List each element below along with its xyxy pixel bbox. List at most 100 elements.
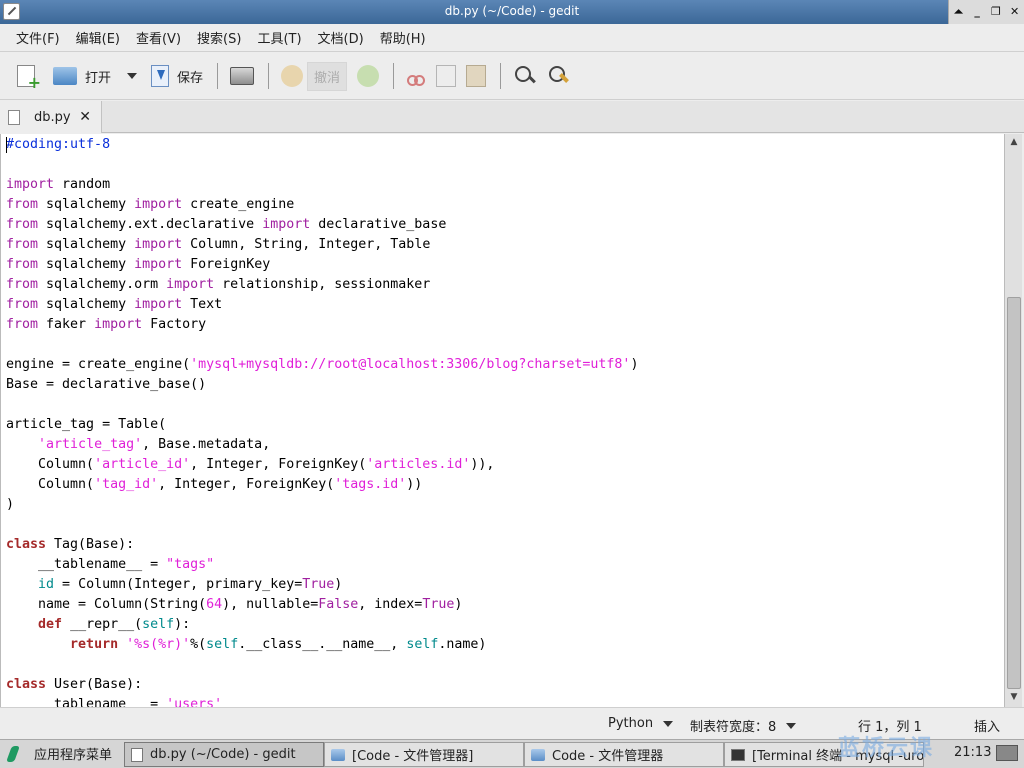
menu-search[interactable]: 搜索(S) (189, 28, 249, 47)
code-token: from (6, 237, 39, 252)
scroll-down-arrow-icon[interactable]: ▼ (1008, 692, 1020, 704)
language-selector[interactable]: Python (608, 716, 674, 731)
clipboard-icon (466, 65, 487, 87)
code-line: from sqlalchemy import Column, String, I… (6, 235, 638, 255)
print-button[interactable] (226, 58, 258, 94)
redo-button[interactable] (353, 58, 383, 94)
code-token: class (6, 537, 47, 552)
code-token: False (318, 597, 359, 612)
find-replace-icon (547, 64, 571, 88)
code-line: __tablename__ = "tags" (6, 555, 638, 575)
code-token: ), nullable= (222, 597, 319, 612)
task-file-manager-2[interactable]: Code - 文件管理器 (524, 742, 724, 767)
task-file-manager-1[interactable]: [Code - 文件管理器] (324, 742, 524, 767)
code-token: __repr__( (62, 617, 143, 632)
code-token: engine = create_engine( (6, 357, 191, 372)
save-label: 保存 (177, 70, 204, 86)
save-icon (151, 65, 170, 87)
close-tab-icon[interactable]: ✕ (79, 109, 91, 125)
code-token: ) (630, 357, 639, 372)
code-token: Column( (6, 477, 95, 492)
task-label: Code - 文件管理器 (552, 749, 664, 764)
menu-tools[interactable]: 工具(T) (249, 28, 309, 47)
open-label: 打开 (85, 70, 112, 86)
magnifier-icon (513, 64, 537, 88)
folder-icon (331, 748, 345, 761)
applications-menu-label: 应用程序菜单 (34, 748, 113, 763)
code-token: ) (6, 497, 15, 512)
code-token: , index= (358, 597, 423, 612)
scroll-up-arrow-icon[interactable]: ▲ (1008, 137, 1020, 149)
code-token: .name) (438, 637, 487, 652)
minimize-button[interactable]: _ (970, 5, 984, 19)
save-button[interactable]: 保存 (147, 58, 207, 94)
insert-mode-label: 插入 (974, 720, 1001, 735)
code-token: self (406, 637, 439, 652)
applications-menu-button[interactable]: 应用程序菜单 (6, 744, 112, 763)
menu-edit[interactable]: 编辑(E) (68, 28, 128, 47)
code-line: class User(Base): (6, 675, 638, 695)
code-token: #coding:utf-8 (6, 137, 111, 152)
code-token: relationship, sessionmaker (214, 277, 431, 292)
code-token: %( (190, 637, 207, 652)
terminal-icon (731, 748, 745, 761)
code-token: ) (454, 597, 463, 612)
tab-width-label: 制表符宽度：8 (690, 720, 777, 735)
toolbar-separator (393, 63, 395, 89)
code-token: True (302, 577, 335, 592)
maximize-button[interactable]: ❐ (989, 5, 1003, 19)
code-line: name = Column(String(64), nullable=False… (6, 595, 638, 615)
code-line: from faker import Factory (6, 315, 638, 335)
redo-icon (357, 65, 380, 87)
insert-mode: 插入 (974, 716, 1000, 735)
undo-button[interactable]: 撤消 (277, 58, 351, 94)
code-token: self (206, 637, 239, 652)
menu-documents[interactable]: 文档(D) (310, 28, 372, 47)
code-token: Text (182, 297, 223, 312)
replace-button[interactable] (543, 58, 575, 94)
gedit-icon (131, 747, 143, 762)
task-gedit[interactable]: db.py (~/Code) - gedit (124, 742, 324, 767)
code-token: ): (174, 617, 191, 632)
close-window-button[interactable]: ✕ (1008, 5, 1022, 19)
new-document-button[interactable] (10, 58, 41, 94)
app-menu-logo-icon (6, 745, 22, 763)
open-button[interactable]: 打开 (49, 58, 115, 94)
vertical-scrollbar[interactable]: ▲ ▼ (1004, 134, 1022, 707)
find-button[interactable] (509, 58, 541, 94)
code-token: Column, String, Integer, Table (182, 237, 431, 252)
code-line: engine = create_engine('mysql+mysqldb://… (6, 355, 638, 375)
cut-button[interactable] (402, 58, 430, 94)
copy-button[interactable] (432, 58, 460, 94)
menu-help[interactable]: 帮助(H) (372, 28, 434, 47)
tab-bar: db.py ✕ (0, 101, 1024, 133)
tab-width-selector[interactable]: 制表符宽度：8 (690, 716, 797, 735)
shade-button[interactable]: ⏶ (951, 5, 965, 19)
code-token: import (6, 177, 55, 192)
code-token: Tag(Base): (46, 537, 135, 552)
open-recent-dropdown[interactable] (127, 73, 138, 79)
code-token: from (6, 217, 39, 232)
folder-icon (531, 748, 545, 761)
code-line: #coding:utf-8 (6, 135, 638, 155)
code-token: __tablename__ = (6, 557, 167, 572)
menu-view[interactable]: 查看(V) (128, 28, 189, 47)
code-token: )), (470, 457, 495, 472)
code-line: Column('tag_id', Integer, ForeignKey('ta… (6, 475, 638, 495)
code-token: __tablename__ = (6, 697, 167, 707)
code-token: '%s(%r)' (126, 637, 191, 652)
code-line: 'article_tag', Base.metadata, (6, 435, 638, 455)
tab-db-py[interactable]: db.py ✕ (0, 101, 102, 133)
code-line: from sqlalchemy.orm import relationship,… (6, 275, 638, 295)
paste-button[interactable] (462, 58, 490, 94)
keyboard-tray-icon[interactable] (996, 745, 1018, 761)
code-line: def __repr__(self): (6, 615, 638, 635)
menu-file[interactable]: 文件(F) (8, 28, 68, 47)
chevron-down-icon (786, 722, 797, 729)
undo-label: 撤消 (307, 61, 348, 91)
code-editor[interactable]: #coding:utf-8 import random from sqlalche… (0, 134, 1004, 707)
code-text[interactable]: #coding:utf-8 import random from sqlalche… (6, 135, 638, 707)
scrollbar-thumb[interactable] (1007, 297, 1021, 689)
